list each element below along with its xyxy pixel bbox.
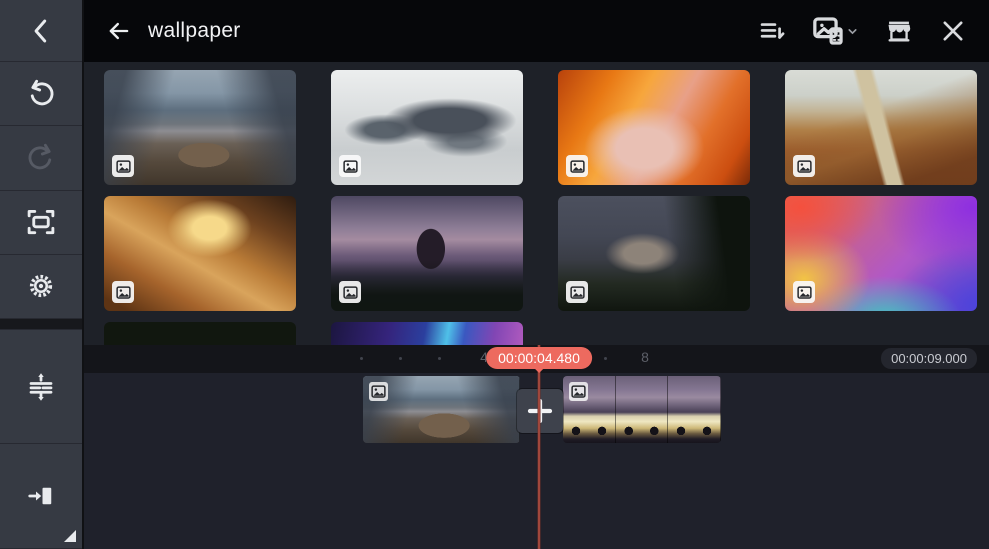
media-type-button[interactable] — [812, 14, 859, 48]
image-type-badge — [793, 281, 815, 303]
top-bar: wallpaper — [84, 0, 989, 62]
collapse-panel-button[interactable] — [0, 0, 82, 62]
thumbnail-half-dome[interactable] — [558, 196, 750, 311]
jump-to-end-icon — [26, 481, 56, 511]
fit-screen-button[interactable] — [0, 191, 82, 255]
media-thumbnail-grid — [84, 62, 989, 345]
image-icon — [343, 159, 358, 174]
thumbnail-aurora-gradient[interactable] — [331, 322, 523, 345]
ruler-tick-dot — [399, 357, 402, 360]
image-icon — [571, 384, 586, 399]
top-bar-actions — [758, 14, 989, 48]
image-icon — [570, 159, 585, 174]
image-type-badge — [566, 155, 588, 177]
close-button[interactable] — [939, 17, 967, 45]
caret-down-icon — [846, 25, 859, 38]
image-icon — [570, 285, 585, 300]
image-icon — [116, 159, 131, 174]
thumbnail-antelope-canyon-2[interactable] — [104, 196, 296, 311]
image-icon — [797, 159, 812, 174]
sort-button[interactable] — [758, 17, 786, 45]
arrow-left-icon — [105, 17, 133, 45]
image-type-badge — [339, 281, 361, 303]
thumbnail-antelope-canyon[interactable] — [558, 70, 750, 185]
image-type-badge — [369, 382, 388, 401]
total-duration-badge: 00:00:09.000 — [881, 348, 977, 369]
clip-frame — [616, 376, 669, 443]
timeline-clip-car[interactable] — [563, 376, 721, 443]
image-type-badge — [339, 155, 361, 177]
more-options-corner-icon — [64, 530, 76, 542]
frame-icon — [26, 207, 56, 237]
redo-icon — [26, 143, 56, 173]
store-icon — [885, 17, 913, 45]
close-icon — [939, 17, 967, 45]
image-type-badge — [569, 382, 588, 401]
current-time-badge: 00:00:04.480 — [486, 347, 592, 369]
clip-frame — [668, 376, 721, 443]
page-title: wallpaper — [148, 19, 241, 43]
undo-icon — [26, 79, 56, 109]
jump-to-end-button[interactable] — [0, 444, 82, 549]
thumbnail-misty-mountain[interactable] — [331, 70, 523, 185]
image-icon — [797, 285, 812, 300]
thumbnail-great-wall-autumn[interactable] — [785, 70, 977, 185]
image-type-badge — [112, 281, 134, 303]
sidebar-divider — [0, 319, 82, 330]
ruler-tick-dot — [438, 357, 441, 360]
redo-button[interactable] — [0, 126, 82, 190]
playhead-line — [538, 345, 541, 549]
chevron-left-icon — [26, 16, 56, 46]
ruler-tick-dot — [360, 357, 363, 360]
image-type-badge — [112, 155, 134, 177]
gear-icon — [26, 271, 56, 301]
store-button[interactable] — [885, 17, 913, 45]
ruler-tick-dot — [604, 357, 607, 360]
thumbnail-color-gradient[interactable] — [785, 196, 977, 311]
image-icon — [371, 384, 386, 399]
back-button[interactable] — [96, 8, 142, 54]
settings-button[interactable] — [0, 255, 82, 319]
expand-tracks-icon — [26, 372, 56, 402]
toolbar-sidebar — [0, 0, 84, 549]
image-video-icon — [812, 14, 846, 48]
image-type-badge — [566, 281, 588, 303]
ruler-tick-label: 8 — [641, 349, 649, 365]
thumbnail-dark-foliage[interactable] — [104, 322, 296, 345]
image-icon — [343, 285, 358, 300]
timeline-clip-lake-boulder[interactable] — [363, 376, 520, 443]
video-editor-app: wallpaper 48 00:00:04.480 00:00:09.000 — [0, 0, 989, 549]
thumbnail-lake-boulder[interactable] — [104, 70, 296, 185]
image-icon — [116, 285, 131, 300]
undo-button[interactable] — [0, 62, 82, 126]
timeline-panel: 48 00:00:04.480 00:00:09.000 — [84, 345, 989, 549]
thumbnail-great-wall-night[interactable] — [331, 196, 523, 311]
expand-tracks-button[interactable] — [0, 330, 82, 445]
sort-icon — [758, 17, 786, 45]
image-type-badge — [793, 155, 815, 177]
